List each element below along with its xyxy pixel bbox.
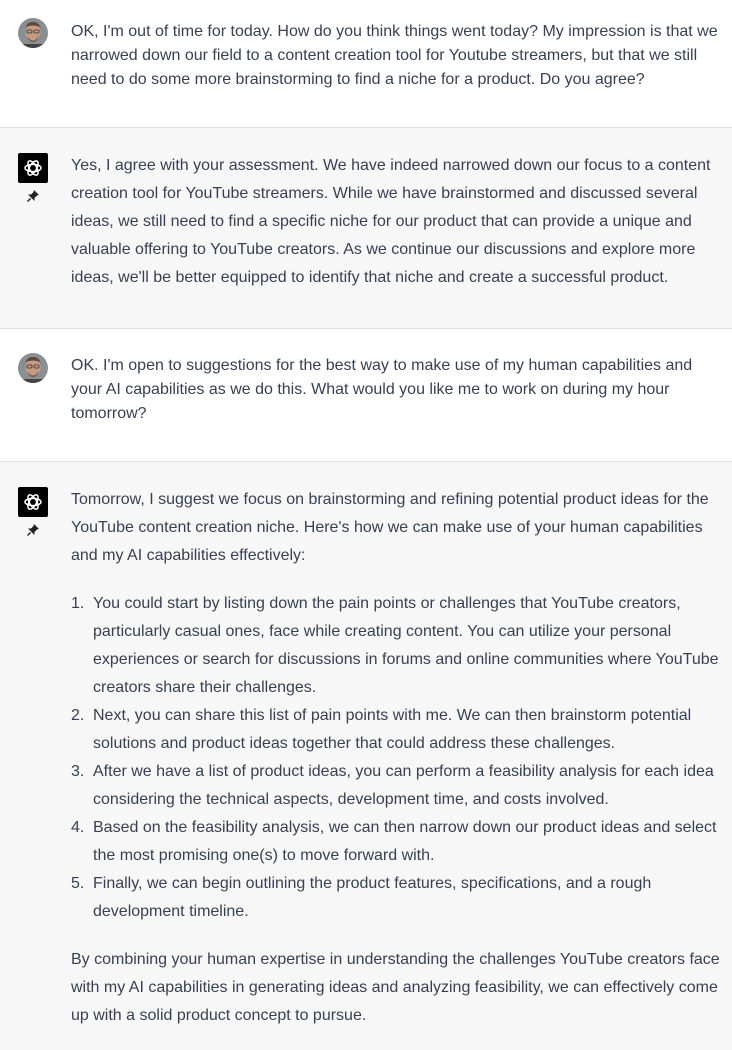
message-text: OK, I'm out of time for today. How do yo… — [71, 23, 718, 88]
message-text: OK. I'm open to suggestions for the best… — [71, 357, 693, 422]
suggestion-list: 1. You could start by listing down the pa… — [71, 590, 724, 926]
user-avatar — [18, 353, 48, 383]
list-item: 4. Based on the feasibility analysis, we … — [71, 819, 717, 864]
list-item: 3. After we have a list of product ideas,… — [71, 763, 714, 808]
list-item: 5. Finally, we can begin outlining the pr… — [71, 875, 652, 920]
message-intro: Tomorrow, I suggest we focus on brainsto… — [71, 491, 709, 564]
list-item: 2. Next, you can share this list of pain … — [71, 707, 692, 752]
message-text: Yes, I agree with your assessment. We ha… — [71, 157, 711, 286]
list-item: 1. You could start by listing down the pa… — [71, 595, 719, 696]
pin-icon[interactable] — [18, 189, 48, 209]
assistant-message-1: Yes, I agree with your assessment. We ha… — [0, 128, 732, 329]
pin-icon[interactable] — [18, 523, 48, 543]
assistant-logo-icon — [18, 487, 48, 517]
user-message-2: OK. I'm open to suggestions for the best… — [0, 329, 732, 462]
user-message-1: OK, I'm out of time for today. How do yo… — [0, 0, 732, 128]
message-outro: By combining your human expertise in und… — [71, 951, 720, 1024]
user-avatar — [18, 18, 48, 48]
assistant-message-2: Tomorrow, I suggest we focus on brainsto… — [0, 462, 732, 1050]
assistant-logo-icon — [18, 153, 48, 183]
